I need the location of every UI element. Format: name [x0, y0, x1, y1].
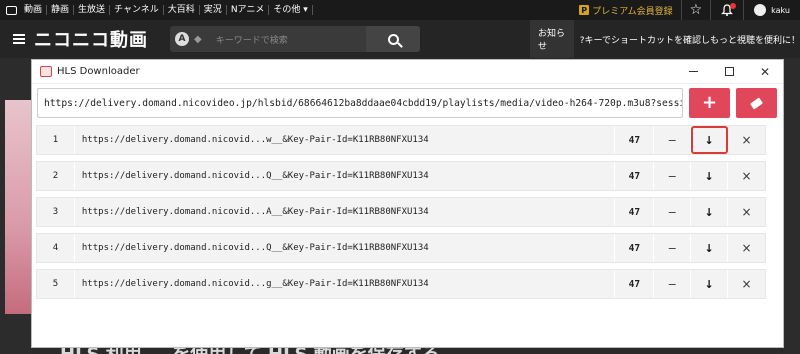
- nav-item-channel[interactable]: チャンネル: [110, 5, 164, 15]
- eraser-icon: [750, 96, 764, 110]
- row-segment-count: 47: [615, 126, 655, 154]
- row-download-button[interactable]: ↓: [691, 270, 729, 298]
- site-header: ニコニコ動画 A ◆ キーワードで検索 お知らせ ?キーでショートカットを確認し…: [0, 20, 800, 58]
- row-index: 4: [37, 234, 75, 262]
- maximize-icon: [724, 67, 734, 76]
- maximize-button[interactable]: [711, 60, 747, 84]
- row-remove-button[interactable]: −: [654, 198, 692, 226]
- nav-item-image[interactable]: 静画: [47, 5, 75, 15]
- close-window-button[interactable]: ✕: [747, 60, 783, 84]
- tv-icon: [6, 5, 17, 15]
- search-box: A ◆ キーワードで検索: [170, 26, 420, 52]
- playlist-list: 1 https://delivery.domand.nicovid...w__&…: [36, 125, 766, 305]
- nav-item-other[interactable]: その他 ▾: [269, 5, 313, 15]
- clear-button[interactable]: [736, 88, 777, 118]
- row-remove-button[interactable]: −: [654, 234, 692, 262]
- search-icon: [387, 33, 399, 45]
- plus-icon: +: [702, 92, 718, 113]
- page-right-area: [783, 58, 800, 354]
- minimize-icon: [688, 71, 698, 72]
- add-url-button[interactable]: +: [689, 88, 731, 118]
- row-url: https://delivery.domand.nicovid...Q__&Ke…: [75, 162, 616, 190]
- nav-item-jikkyo[interactable]: 実況: [200, 5, 227, 15]
- hamburger-menu-icon[interactable]: [13, 32, 25, 46]
- row-remove-button[interactable]: −: [654, 162, 692, 190]
- premium-label: プレミアム会員登録: [592, 6, 673, 17]
- list-item: 3 https://delivery.domand.nicovid...A__&…: [36, 197, 766, 227]
- row-close-button[interactable]: ×: [728, 126, 765, 154]
- list-item: 2 https://delivery.domand.nicovid...Q__&…: [36, 161, 766, 191]
- row-remove-button[interactable]: −: [654, 270, 692, 298]
- row-close-button[interactable]: ×: [728, 198, 765, 226]
- search-button[interactable]: [366, 26, 420, 52]
- row-index: 2: [37, 162, 75, 190]
- row-segment-count: 47: [615, 198, 655, 226]
- row-segment-count: 47: [615, 234, 655, 262]
- search-mode-icon[interactable]: A: [175, 32, 189, 46]
- row-download-button[interactable]: ↓: [691, 162, 729, 190]
- row-index: 5: [37, 270, 75, 298]
- site-top-bar: 動画 静画 生放送 チャンネル 大百科 実況 Nアニメ その他 ▾ P プレミア…: [0, 0, 800, 20]
- list-item: 1 https://delivery.domand.nicovid...w__&…: [36, 125, 766, 155]
- nav-item-encyclopedia[interactable]: 大百科: [164, 5, 200, 15]
- nav-item-anime[interactable]: Nアニメ: [227, 5, 270, 15]
- window-title: HLS Downloader: [57, 66, 140, 77]
- notice-bar[interactable]: お知らせ ?キーでショートカットを確認しもっと視聴を便利に！: [530, 20, 800, 58]
- tag-icon[interactable]: ◆: [194, 34, 202, 45]
- notification-dot: [730, 3, 737, 9]
- username: kaku: [771, 5, 790, 15]
- notice-text: ?キーでショートカットを確認しもっと視聴を便利に！: [579, 35, 800, 46]
- hls-downloader-window: HLS Downloader ✕ https://delivery.domand…: [31, 59, 784, 348]
- list-item: 5 https://delivery.domand.nicovid...g__&…: [36, 269, 766, 299]
- row-remove-button[interactable]: −: [654, 126, 692, 154]
- list-item: 4 https://delivery.domand.nicovid...Q__&…: [36, 233, 766, 263]
- nav-item-live[interactable]: 生放送: [74, 5, 111, 15]
- row-url: https://delivery.domand.nicovid...A__&Ke…: [75, 198, 616, 226]
- row-close-button[interactable]: ×: [728, 162, 765, 190]
- nav-item-video[interactable]: 動画: [20, 5, 48, 15]
- favorite-star-icon[interactable]: ☆: [680, 0, 711, 20]
- row-index: 3: [37, 198, 75, 226]
- video-thumbnail: [5, 100, 32, 314]
- row-download-button[interactable]: ↓: [691, 126, 729, 154]
- row-index: 1: [37, 126, 75, 154]
- avatar: [754, 4, 767, 16]
- notice-label: お知らせ: [530, 20, 574, 58]
- row-url: https://delivery.domand.nicovid...w__&Ke…: [75, 126, 616, 154]
- row-url: https://delivery.domand.nicovid...Q__&Ke…: [75, 234, 616, 262]
- row-download-button[interactable]: ↓: [691, 234, 729, 262]
- row-close-button[interactable]: ×: [728, 234, 765, 262]
- window-titlebar[interactable]: HLS Downloader ✕: [32, 60, 783, 84]
- row-segment-count: 47: [615, 270, 655, 298]
- app-icon: [40, 66, 52, 77]
- premium-link[interactable]: P プレミアム会員登録: [575, 4, 680, 17]
- row-close-button[interactable]: ×: [728, 270, 765, 298]
- user-menu[interactable]: kaku: [743, 0, 800, 20]
- minimize-button[interactable]: [675, 60, 711, 84]
- url-input-row: https://delivery.domand.nicovideo.jp/hls…: [37, 87, 777, 119]
- url-input[interactable]: https://delivery.domand.nicovideo.jp/hls…: [37, 88, 684, 118]
- notification-bell-icon[interactable]: [710, 0, 743, 20]
- row-segment-count: 47: [615, 162, 655, 190]
- row-download-button[interactable]: ↓: [691, 198, 729, 226]
- search-input[interactable]: キーワードで検索: [216, 33, 366, 46]
- premium-badge-icon: P: [579, 5, 590, 15]
- site-logo[interactable]: ニコニコ動画: [34, 26, 148, 52]
- row-url: https://delivery.domand.nicovid...g__&Ke…: [75, 270, 616, 298]
